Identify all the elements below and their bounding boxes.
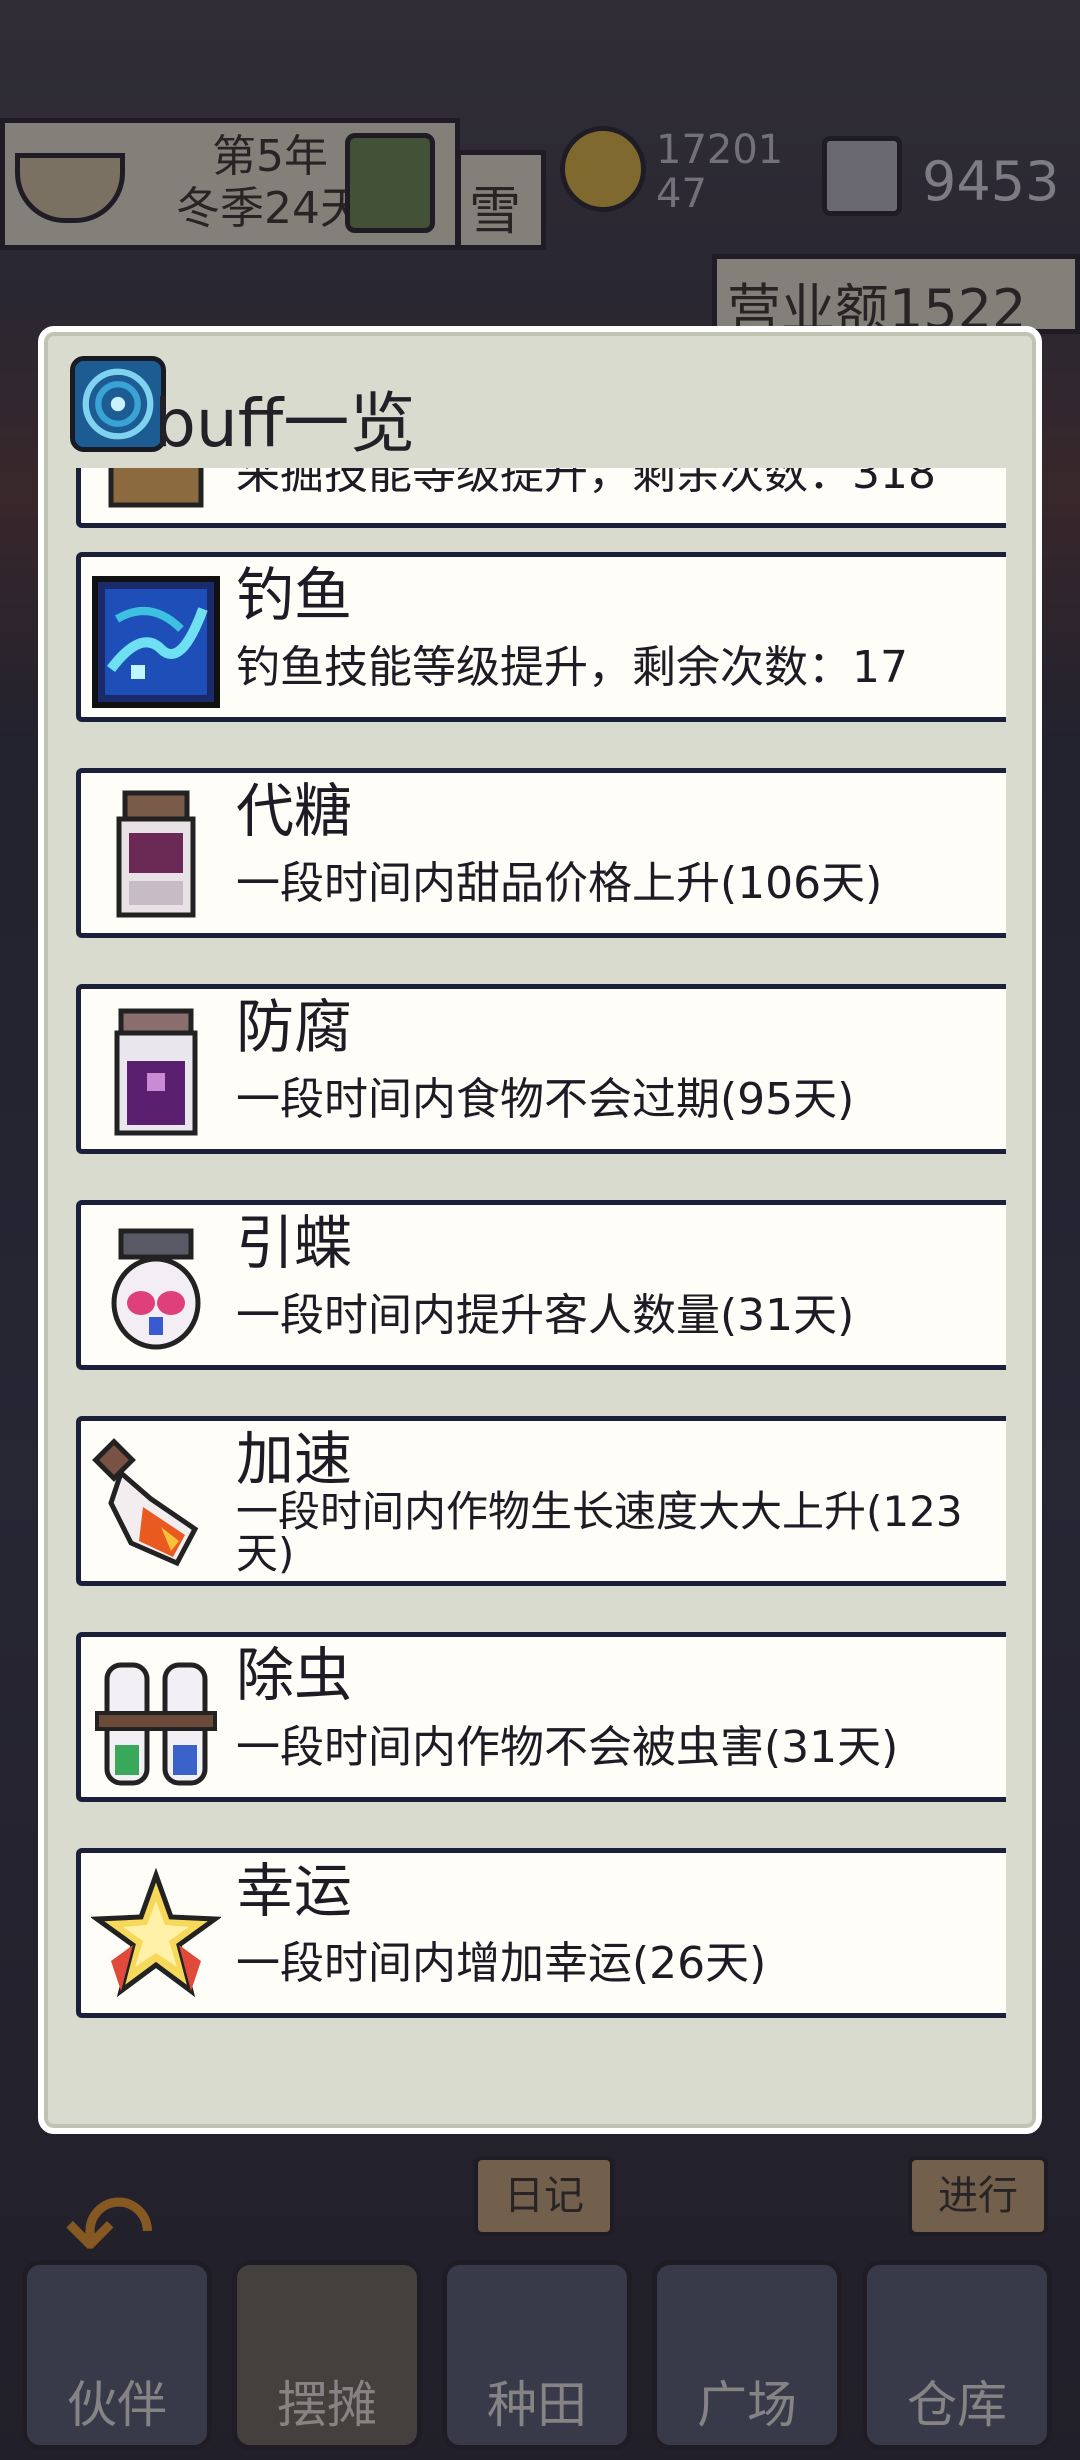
gem-bag-icon — [822, 136, 902, 216]
buff-card-preservative[interactable]: 防腐 一段时间内食物不会过期(95天) — [76, 984, 1006, 1154]
buff-card-lucky[interactable]: 幸运 一段时间内增加幸运(26天) — [76, 1848, 1006, 2018]
coin-value: 172014 — [656, 127, 784, 217]
revenue-panel: 营业额1522 — [712, 254, 1080, 341]
square-label: 广场 — [697, 2376, 797, 2434]
speed-bottle-icon — [91, 1433, 221, 1573]
preservative-jar-icon — [91, 1001, 221, 1141]
date-season-day: 冬季24天 — [176, 183, 364, 234]
partner-label: 伙伴 — [67, 2376, 167, 2434]
date-text: 第5年 冬季24天 — [175, 131, 365, 235]
modal-title: buff一览 — [154, 385, 416, 462]
coin-value-extra: 7 — [681, 171, 707, 217]
buff-card-fishing[interactable]: 钓鱼 钓鱼技能等级提升，剩余次数：17 — [76, 552, 1006, 722]
pesticide-bottles-icon — [91, 1649, 221, 1789]
buff-name: 钓鱼 — [236, 561, 353, 629]
stall-label: 摆摊 — [277, 2376, 377, 2434]
diary-button[interactable]: 日记 — [474, 2156, 614, 2236]
fishing-icon — [91, 569, 221, 709]
bowl-icon — [15, 153, 125, 223]
buff-name: 加速 — [236, 1425, 353, 1493]
buff-desc: 一段时间内食物不会过期(95天) — [236, 1074, 855, 1125]
buff-card-speed[interactable]: 加速 一段时间内作物生长速度大大上升(123天) — [76, 1416, 1006, 1586]
buff-name: 幸运 — [236, 1857, 353, 1925]
buff-card-pesticide[interactable]: 除虫 一段时间内作物不会被虫害(31天) — [76, 1632, 1006, 1802]
buff-desc: 采掘技能等级提升，剩余次数：318 — [236, 468, 936, 499]
gem-count: 9453 — [922, 150, 1060, 213]
coin-icon — [560, 126, 646, 212]
buff-list-modal: buff一览 采掘 采掘技能等级提升，剩余次数：318 钓鱼 钓鱼技能等 — [38, 326, 1042, 2134]
warehouse-button[interactable]: 仓库 — [862, 2260, 1052, 2450]
buff-card-mining[interactable]: 采掘 采掘技能等级提升，剩余次数：318 — [76, 468, 1006, 528]
farm-label: 种田 — [487, 2376, 587, 2434]
sweetener-jar-icon — [91, 785, 221, 925]
weather-label: 雪 — [469, 182, 522, 242]
proceed-button[interactable]: 进行 — [908, 2156, 1048, 2236]
buff-name: 引蝶 — [236, 1209, 353, 1277]
buff-list[interactable]: 采掘 采掘技能等级提升，剩余次数：318 钓鱼 钓鱼技能等级提升，剩余次数：17 — [70, 468, 1006, 2088]
buff-desc: 一段时间内作物不会被虫害(31天) — [236, 1722, 899, 1773]
stall-button[interactable]: 摆摊 — [232, 2260, 422, 2450]
square-button[interactable]: 广场 — [652, 2260, 842, 2450]
diary-label: 日记 — [504, 2173, 584, 2219]
warehouse-label: 仓库 — [907, 2376, 1007, 2434]
status-bar — [0, 0, 1080, 22]
buff-desc: 钓鱼技能等级提升，剩余次数：17 — [236, 642, 908, 693]
farm-button[interactable]: 种田 — [442, 2260, 632, 2450]
buff-card-butterfly[interactable]: 引蝶 一段时间内提升客人数量(31天) — [76, 1200, 1006, 1370]
lucky-star-icon — [91, 1865, 221, 2005]
date-panel: 第5年 冬季24天 — [0, 118, 460, 250]
coin-count: 1720147 — [656, 128, 806, 216]
weather-panel: 雪 — [456, 150, 546, 250]
buff-name: 除虫 — [236, 1641, 353, 1709]
clock-icon[interactable] — [345, 133, 435, 233]
mining-icon — [91, 468, 221, 515]
buff-desc: 一段时间内甜品价格上升(106天) — [236, 858, 883, 909]
date-year: 第5年 — [212, 131, 328, 182]
buff-desc: 一段时间内提升客人数量(31天) — [236, 1290, 855, 1341]
buff-swirl-icon — [70, 356, 166, 452]
partner-button[interactable]: 伙伴 — [22, 2260, 212, 2450]
buff-name: 代糖 — [236, 777, 353, 845]
butterfly-potion-icon — [91, 1217, 221, 1357]
buff-name: 防腐 — [236, 993, 353, 1061]
buff-desc: 一段时间内作物生长速度大大上升(123天) — [236, 1487, 963, 1578]
buff-desc: 一段时间内增加幸运(26天) — [236, 1938, 767, 1989]
buff-card-sweetener[interactable]: 代糖 一段时间内甜品价格上升(106天) — [76, 768, 1006, 938]
proceed-label: 进行 — [938, 2173, 1018, 2219]
